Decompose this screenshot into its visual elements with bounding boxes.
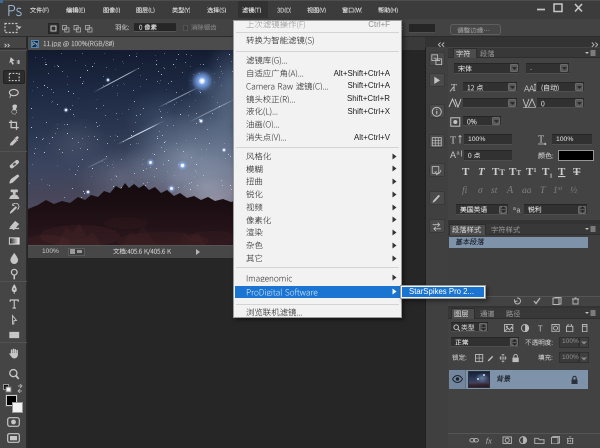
svg-text:T: T <box>451 83 457 92</box>
svg-text:T: T <box>558 166 566 178</box>
svg-text:A: A <box>450 150 456 160</box>
svg-text:a: a <box>457 151 461 157</box>
svg-text:a: a <box>517 208 521 214</box>
svg-text:T: T <box>538 135 544 146</box>
svg-text:T: T <box>450 136 456 146</box>
svg-text:1: 1 <box>534 168 537 174</box>
svg-text:A: A <box>506 185 514 195</box>
svg-text:st: st <box>558 186 562 192</box>
svg-text:T: T <box>517 169 522 177</box>
svg-text:σ: σ <box>478 186 483 195</box>
svg-text:st: st <box>491 186 498 195</box>
svg-text:fi: fi <box>462 185 468 195</box>
svg-text:fx: fx <box>486 436 492 444</box>
svg-text:T: T <box>573 166 581 178</box>
svg-text:T: T <box>462 166 470 178</box>
svg-text:T: T <box>538 324 543 332</box>
svg-text:x: x <box>434 170 437 176</box>
svg-text:1: 1 <box>550 173 553 178</box>
svg-text:T: T <box>478 166 486 178</box>
svg-text:½: ½ <box>570 185 577 195</box>
svg-text:A: A <box>529 84 535 92</box>
svg-text:T: T <box>500 168 506 177</box>
svg-text:aa: aa <box>522 186 532 195</box>
svg-text:T: T <box>540 186 546 195</box>
